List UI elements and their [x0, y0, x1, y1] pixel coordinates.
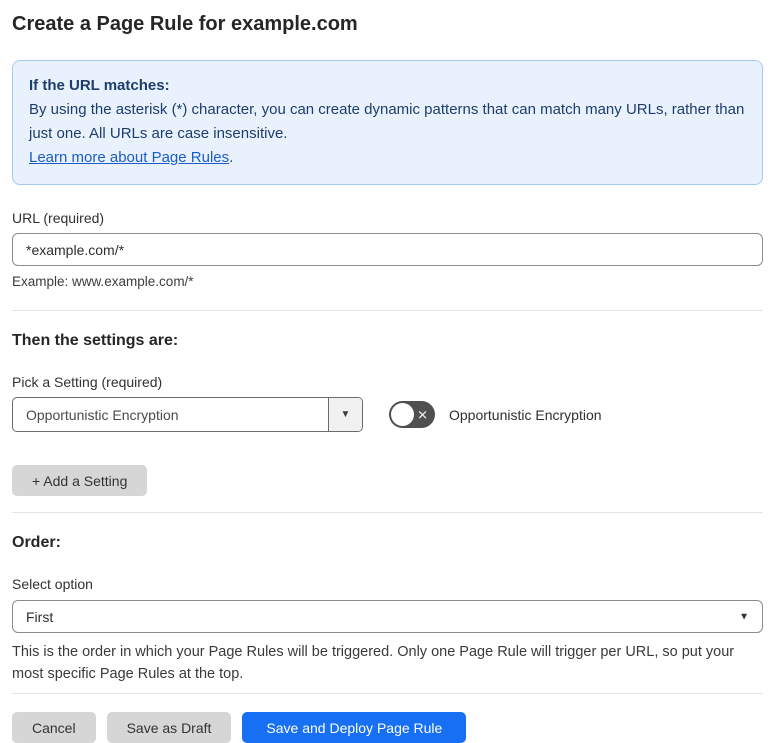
toggle-knob: [391, 403, 414, 426]
url-matches-info-box: If the URL matches: By using the asteris…: [12, 60, 763, 185]
url-input[interactable]: [12, 233, 763, 266]
setting-row: Opportunistic Encryption ▼ ✕ Opportunist…: [12, 397, 763, 432]
pick-setting-label: Pick a Setting (required): [12, 374, 163, 390]
opportunistic-encryption-toggle[interactable]: ✕: [389, 401, 435, 428]
url-field-label: URL (required): [12, 210, 105, 226]
page-title: Create a Page Rule for example.com: [12, 13, 358, 35]
toggle-label: Opportunistic Encryption: [449, 406, 602, 423]
order-help-text: This is the order in which your Page Rul…: [12, 644, 735, 682]
setting-select[interactable]: Opportunistic Encryption ▼: [12, 397, 363, 432]
section-divider: [12, 512, 763, 513]
section-divider: [12, 310, 763, 311]
chevron-down-icon[interactable]: ▼: [328, 398, 362, 431]
toggle-off-x-icon: ✕: [417, 407, 428, 422]
chevron-down-icon: ▼: [739, 611, 749, 622]
footer-divider: [12, 693, 763, 694]
url-example-text: Example: www.example.com/*: [12, 274, 194, 289]
order-select-value: First: [26, 608, 54, 625]
settings-section-heading: Then the settings are:: [12, 332, 179, 349]
info-box-body: By using the asterisk (*) character, you…: [29, 101, 745, 142]
add-setting-button[interactable]: + Add a Setting: [12, 465, 148, 496]
setting-select-value: Opportunistic Encryption: [26, 406, 179, 423]
info-box-link-line: Learn more about Page Rules.: [29, 146, 746, 170]
order-section-heading: Order:: [12, 534, 61, 551]
learn-more-link[interactable]: Learn more about Page Rules: [29, 149, 229, 166]
info-box-heading: If the URL matches:: [29, 77, 170, 94]
select-option-label: Select option: [12, 576, 93, 592]
link-period: .: [229, 149, 234, 166]
order-select[interactable]: First ▼: [12, 600, 763, 633]
